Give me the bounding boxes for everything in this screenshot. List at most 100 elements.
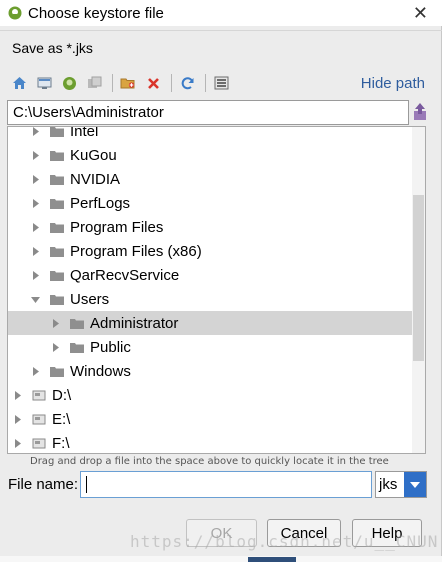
folder-icon — [50, 222, 64, 233]
tree-row[interactable]: NVIDIA — [8, 167, 413, 191]
chevron-right-icon[interactable] — [30, 270, 40, 280]
background-window-edge — [248, 557, 296, 562]
tree-row[interactable]: QarRecvService — [8, 263, 413, 287]
tree-row[interactable]: Users — [8, 287, 413, 311]
title-divider — [0, 30, 442, 31]
tree-row-label: Users — [70, 290, 110, 308]
android-studio-icon — [8, 6, 22, 20]
tree-row-label: KuGou — [70, 146, 117, 164]
tree-row[interactable]: F:\ — [8, 431, 413, 453]
drive-icon — [32, 438, 46, 448]
chevron-right-icon[interactable] — [30, 174, 40, 184]
home-icon — [12, 77, 26, 89]
tree-row[interactable]: Administrator — [8, 311, 413, 335]
file-tree[interactable]: F:\ E:\ D:\ Windows Public Administrator Users… — [7, 126, 426, 454]
chevron-right-icon[interactable] — [30, 198, 40, 208]
folder-icon — [50, 270, 64, 281]
folder-icon — [50, 294, 64, 305]
chevron-right-icon[interactable] — [12, 414, 22, 424]
project-button[interactable] — [58, 72, 80, 94]
toolbar-separator — [171, 74, 172, 92]
drag-drop-hint: Drag and drop a file into the space abov… — [30, 456, 389, 467]
home-button[interactable] — [8, 72, 30, 94]
file-name-label: File name: — [8, 476, 79, 493]
close-icon[interactable]: ✕ — [413, 3, 428, 24]
tree-row-label: Windows — [70, 362, 131, 380]
tree-row-label: E:\ — [52, 410, 71, 428]
toolbar-separator — [205, 74, 206, 92]
title-bar[interactable]: Choose keystore file ✕ — [0, 0, 442, 26]
tree-row[interactable]: Program Files (x86) — [8, 239, 413, 263]
tree-row-label: Program Files (x86) — [70, 242, 202, 260]
toolbar-separator — [112, 74, 113, 92]
tree-row-label: Intel — [70, 126, 99, 140]
module-icon — [87, 76, 101, 88]
cancel-button[interactable]: Cancel — [267, 519, 341, 547]
folder-icon — [50, 174, 64, 185]
drive-icon — [32, 390, 46, 400]
tree-row-label: D:\ — [52, 386, 72, 404]
help-button[interactable]: Help — [352, 519, 422, 547]
extension-dropdown-button[interactable] — [404, 472, 426, 497]
refresh-button[interactable] — [176, 72, 198, 94]
dialog-subtitle: Save as *.jks — [12, 40, 93, 56]
tree-row[interactable]: Windows — [8, 359, 413, 383]
tree-row[interactable]: Public — [8, 335, 413, 359]
tree-row[interactable]: E:\ — [8, 407, 413, 431]
ok-button[interactable]: OK — [186, 519, 257, 547]
text-caret — [86, 476, 87, 493]
tree-scrollbar[interactable] — [412, 127, 425, 453]
show-hidden-button[interactable] — [210, 72, 232, 94]
tree-row[interactable]: KuGou — [8, 143, 413, 167]
chevron-right-icon[interactable] — [50, 318, 60, 328]
folder-icon — [50, 246, 64, 257]
desktop-button[interactable] — [33, 72, 55, 94]
chevron-right-icon[interactable] — [30, 246, 40, 256]
tree-row[interactable]: Program Files — [8, 215, 413, 239]
hide-path-link[interactable]: Hide path — [361, 75, 425, 92]
tree-row-label: Public — [90, 338, 131, 356]
folder-icon — [50, 150, 64, 161]
desktop-icon — [37, 77, 51, 89]
chevron-right-icon[interactable] — [30, 366, 40, 376]
dialog-title: Choose keystore file — [28, 4, 164, 22]
file-name-input[interactable] — [80, 471, 372, 498]
module-button[interactable] — [83, 72, 105, 94]
chevron-right-icon[interactable] — [30, 150, 40, 160]
chevron-right-icon[interactable] — [50, 342, 60, 352]
tree-row-label: PerfLogs — [70, 194, 131, 212]
new-folder-icon — [120, 78, 135, 89]
folder-icon — [70, 318, 84, 329]
chevron-right-icon[interactable] — [30, 222, 40, 232]
delete-icon — [147, 77, 159, 89]
show-hidden-icon — [214, 76, 228, 90]
new-folder-button[interactable] — [117, 72, 139, 94]
bottom-strip — [0, 556, 442, 562]
chevron-right-icon[interactable] — [12, 438, 22, 448]
chevron-right-icon[interactable] — [12, 390, 22, 400]
chevron-right-icon[interactable] — [30, 127, 40, 136]
android-project-icon — [62, 76, 76, 90]
chevron-down-icon — [410, 481, 420, 488]
delete-button[interactable] — [142, 72, 164, 94]
tree-row-label: Administrator — [90, 314, 179, 332]
folder-icon — [50, 127, 64, 137]
tree-row-label: QarRecvService — [70, 266, 180, 284]
tree-scrollbar-thumb[interactable] — [413, 195, 424, 361]
dialog-window: Choose keystore file ✕ Save as *.jks Hid… — [0, 0, 442, 562]
tree-row-label: NVIDIA — [70, 170, 121, 188]
extension-select[interactable]: jks — [375, 471, 427, 498]
toolbar — [8, 72, 328, 94]
folder-icon — [70, 342, 84, 353]
chevron-down-icon[interactable] — [30, 294, 40, 304]
path-input[interactable]: C:\Users\Administrator — [7, 100, 409, 125]
tree-row[interactable]: D:\ — [8, 383, 413, 407]
folder-icon — [50, 198, 64, 209]
path-history-icon[interactable] — [411, 102, 429, 122]
folder-icon — [50, 366, 64, 377]
tree-row[interactable]: PerfLogs — [8, 191, 413, 215]
tree-row[interactable]: Intel — [8, 126, 413, 143]
tree-row-label: F:\ — [52, 434, 70, 452]
extension-value: jks — [379, 476, 398, 493]
refresh-icon — [181, 76, 193, 89]
